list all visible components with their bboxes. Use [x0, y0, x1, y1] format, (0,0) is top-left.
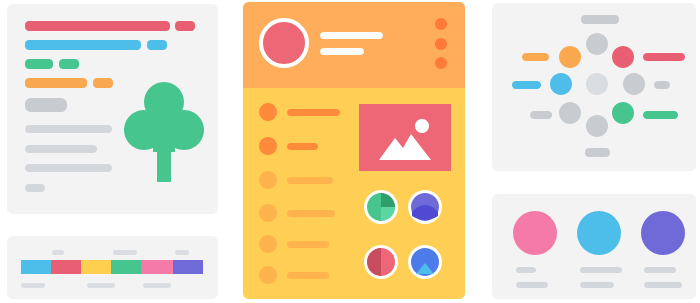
- strip-label-3: [175, 250, 189, 255]
- strip-label-2: [113, 250, 137, 255]
- red-bar: [25, 21, 170, 31]
- blue-circle: [577, 211, 621, 255]
- strip-label-1: [52, 250, 64, 255]
- pink-label-2: [516, 282, 548, 288]
- pie-chart-icon: [364, 245, 398, 279]
- purple-label-1: [644, 267, 676, 273]
- menu-dot-2: [435, 38, 447, 50]
- orange-bar: [25, 78, 87, 88]
- strip-purple: [173, 260, 203, 274]
- profile-card: [243, 2, 465, 299]
- text-line-1: [25, 125, 112, 133]
- list-line-6: [287, 272, 329, 279]
- strip-label-6: [143, 283, 171, 288]
- list-line-2: [287, 143, 318, 150]
- list-bullet-6: [259, 266, 277, 284]
- list-line-1: [287, 109, 340, 116]
- network-card: [492, 3, 696, 171]
- list-bullet-1: [259, 103, 277, 121]
- avatar-icon: [408, 190, 442, 224]
- pie-chart-icon: [364, 190, 398, 224]
- blue-bar-end: [147, 40, 167, 50]
- list-bullet-5: [259, 235, 277, 253]
- blue-bar: [25, 40, 141, 50]
- menu-dot-3: [435, 57, 447, 69]
- text-line-4: [25, 184, 45, 192]
- pink-circle: [513, 211, 557, 255]
- text-line-2: [25, 145, 97, 153]
- green-bar: [25, 59, 53, 69]
- gray-pill: [25, 98, 67, 112]
- text-line-3: [25, 164, 112, 172]
- list-line-5: [287, 241, 329, 248]
- list-line-3: [287, 177, 333, 184]
- list-bullet-2: [259, 137, 277, 155]
- strip-green: [111, 260, 141, 274]
- menu-dot-1: [435, 18, 447, 30]
- purple-label-2: [644, 282, 682, 288]
- list-line-4: [287, 210, 335, 217]
- color-strip: [21, 260, 203, 274]
- red-bar-end: [175, 21, 195, 31]
- avatar-icon: [408, 245, 442, 279]
- left-card: [7, 4, 218, 214]
- blue-label-2: [580, 282, 614, 288]
- strip-label-4: [21, 283, 45, 288]
- list: [259, 103, 349, 293]
- strip-red: [51, 260, 81, 274]
- green-bar-end: [59, 59, 79, 69]
- orange-bar-end: [93, 78, 113, 88]
- pink-label-1: [516, 267, 536, 273]
- list-bullet-4: [259, 204, 277, 222]
- color-strip-card: [7, 236, 218, 299]
- tree-icon: [124, 82, 204, 182]
- name-line: [320, 32, 383, 39]
- strip-pink: [141, 260, 173, 274]
- image-icon: [359, 104, 451, 171]
- subtitle-line: [320, 48, 364, 55]
- strip-blue: [21, 260, 51, 274]
- avatar: [259, 18, 309, 68]
- blue-label-1: [580, 267, 622, 273]
- menu-dots-icon[interactable]: [434, 18, 448, 72]
- strip-label-5: [87, 283, 115, 288]
- network-graph: [512, 15, 685, 157]
- purple-circle: [641, 211, 685, 255]
- list-bullet-3: [259, 171, 277, 189]
- profiles-card: [492, 194, 696, 299]
- strip-yellow: [81, 260, 111, 274]
